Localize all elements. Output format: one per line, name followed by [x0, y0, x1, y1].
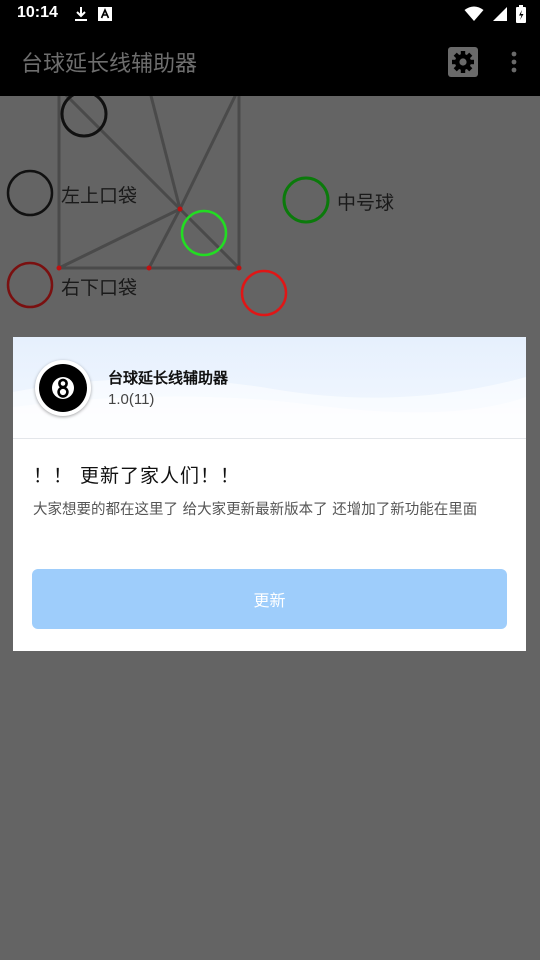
- app-title: 台球延长线辅助器: [21, 52, 198, 77]
- target-ball-ring[interactable]: [240, 269, 288, 317]
- bottom-right-pocket-ring[interactable]: [6, 261, 54, 309]
- app-bar: 台球延长线辅助器: [0, 28, 540, 96]
- gear-icon: [448, 47, 478, 77]
- top-left-pocket-label: 左上口袋: [61, 185, 138, 207]
- app-icon: [35, 360, 91, 416]
- download-icon: [75, 7, 87, 21]
- middle-ball-label: 中号球: [337, 192, 395, 214]
- top-left-pocket-ring[interactable]: [6, 169, 54, 217]
- middle-ball-ring[interactable]: [282, 176, 330, 224]
- battery-icon: [516, 5, 526, 23]
- update-button[interactable]: 更新: [32, 569, 507, 629]
- dialog-version: 1.0(11): [108, 391, 155, 408]
- settings-button[interactable]: [446, 45, 480, 79]
- status-bar: 10:14: [0, 0, 540, 28]
- bottom-right-pocket-label: 右下口袋: [61, 277, 138, 299]
- dialog-header: 台球延长线辅助器 1.0(11): [13, 337, 526, 439]
- cell-signal-icon: [493, 7, 507, 21]
- update-description: 大家想要的都在这里了 给大家更新最新版本了 还增加了新功能在里面: [33, 502, 478, 518]
- eight-ball-icon: [39, 364, 87, 412]
- update-dialog: 台球延长线辅助器 1.0(11) ！！ 更新了家人们！！ 大家想要的都在这里了 …: [13, 337, 526, 651]
- dialog-app-name: 台球延长线辅助器: [108, 369, 229, 387]
- more-options-button[interactable]: [500, 45, 528, 79]
- a-badge-icon: [98, 7, 112, 21]
- top-pocket-ring[interactable]: [60, 96, 108, 138]
- more-vert-icon: [511, 51, 517, 73]
- status-time: 10:14: [17, 4, 58, 21]
- guideline-canvas[interactable]: [0, 96, 540, 337]
- wifi-icon: [464, 6, 484, 21]
- update-title: ！！ 更新了家人们！！: [33, 465, 241, 487]
